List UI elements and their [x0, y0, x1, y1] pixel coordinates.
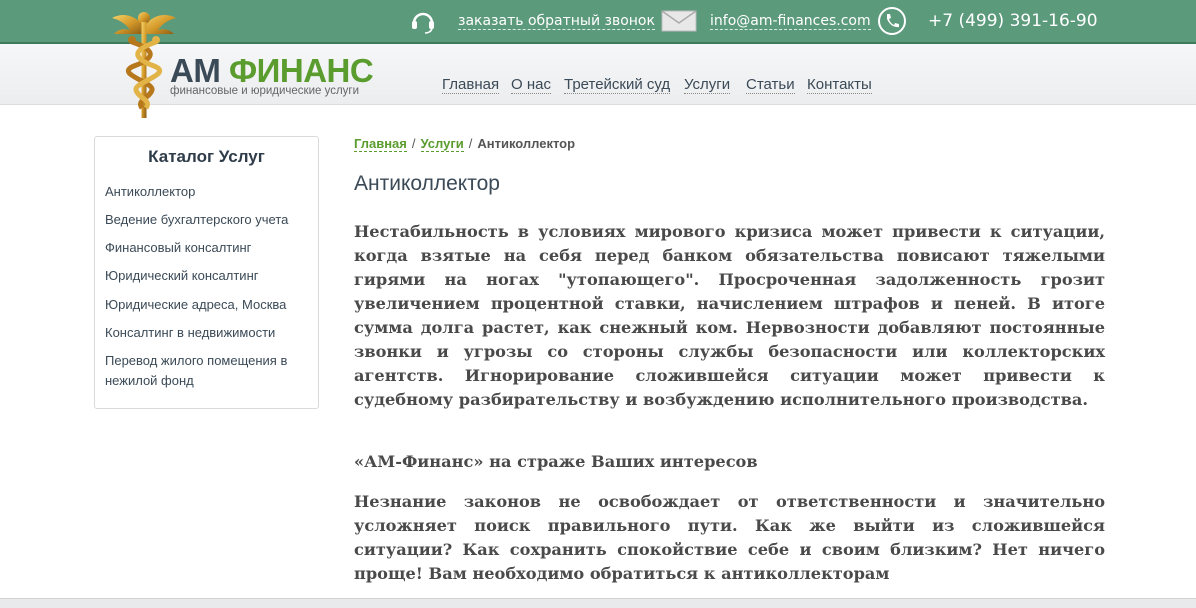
nav-item-arbitration[interactable]: Третейский суд: [564, 76, 671, 94]
callback-link[interactable]: заказать обратный звонок: [458, 0, 655, 42]
callback-link-label[interactable]: заказать обратный звонок: [458, 13, 655, 30]
caduceus-logo-icon[interactable]: [112, 4, 176, 120]
nav-item-articles[interactable]: Статьи: [746, 76, 795, 94]
nav-item-about[interactable]: О нас: [511, 76, 551, 94]
logo-am-text: АМ: [170, 52, 221, 89]
email-link[interactable]: info@am-finances.com: [710, 0, 871, 42]
breadcrumb-home[interactable]: Главная: [354, 136, 407, 152]
nav-item-home[interactable]: Главная: [442, 76, 500, 94]
breadcrumb-current: Антиколлектор: [477, 136, 576, 151]
sidebar-item-accounting[interactable]: Ведение бухгалтерского учета: [105, 210, 313, 230]
logo-finance-text: ФИНАНС: [229, 52, 374, 89]
catalog-title: Каталог Услуг: [148, 147, 265, 166]
body-paragraph: Незнание законов не освобождает от ответ…: [354, 492, 1105, 583]
headset-icon: [407, 0, 439, 42]
sidebar-item-legal-addresses[interactable]: Юридические адреса, Москва: [105, 295, 313, 315]
breadcrumb-separator: /: [411, 136, 416, 151]
breadcrumb-separator: /: [468, 136, 473, 151]
sidebar-item-housing-transfer[interactable]: Перевод жилого помещения в нежилой фонд: [105, 351, 313, 391]
nav-item-contacts[interactable]: Контакты: [807, 76, 872, 94]
sidebar-item-legal-consulting[interactable]: Юридический консалтинг: [105, 266, 313, 286]
nav-item-services[interactable]: Услуги: [684, 76, 731, 94]
phone-number[interactable]: +7 (499) 391-16-90: [928, 0, 1098, 42]
section-subheading: «АМ-Финанс» на страже Ваших интересов: [354, 452, 758, 471]
sidebar-item-financial-consulting[interactable]: Финансовый консалтинг: [105, 238, 313, 258]
services-catalog: Каталог Услуг Антиколлектор Ведение бухг…: [94, 136, 319, 409]
sidebar-item-realestate-consulting[interactable]: Консалтинг в недвижимости: [105, 323, 313, 343]
top-contact-bar: заказать обратный звонок info@am-finance…: [0, 0, 1196, 44]
sidebar-item-anticollector[interactable]: Антиколлектор: [105, 182, 313, 202]
page-title: Антиколлектор: [354, 172, 500, 195]
email-link-label[interactable]: info@am-finances.com: [710, 13, 871, 30]
logo-subtitle: финансовые и юридические услуги: [170, 85, 360, 97]
envelope-icon: [661, 0, 697, 42]
intro-paragraph: Нестабильность в условиях мирового кризи…: [354, 222, 1105, 409]
phone-icon: [877, 0, 907, 42]
breadcrumb-services[interactable]: Услуги: [420, 136, 464, 152]
breadcrumb: Главная / Услуги / Антиколлектор: [354, 136, 576, 152]
